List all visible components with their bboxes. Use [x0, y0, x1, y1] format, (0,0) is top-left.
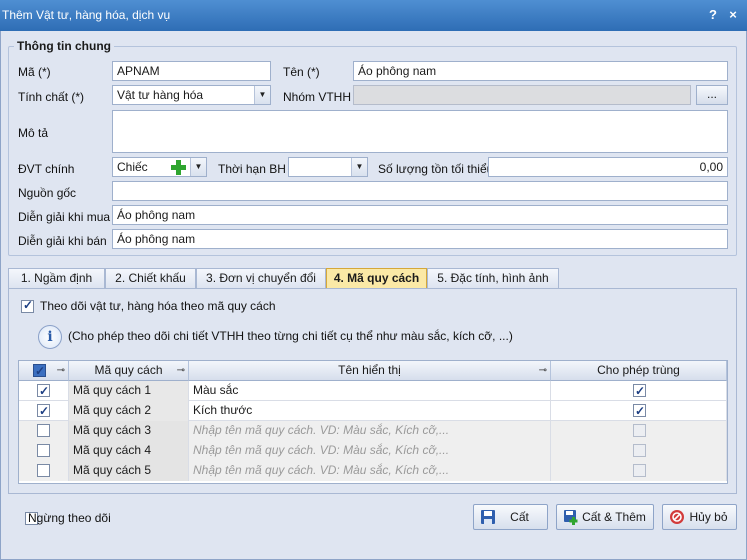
row-select-cell [19, 381, 69, 401]
add-unit-icon[interactable] [170, 159, 187, 176]
grid-header-select: ⊸ [19, 361, 69, 381]
table-row[interactable]: Mã quy cách 2Kích thước [19, 401, 727, 421]
track-spec-label: Theo dõi vật tư, hàng hóa theo mã quy cá… [40, 299, 276, 313]
grid-header-code[interactable]: Mã quy cách ⊸ [69, 361, 189, 381]
chevron-down-icon[interactable]: ▼ [254, 86, 270, 104]
table-row[interactable]: Mã quy cách 5 Nhập tên mã quy cách. VD: M… [19, 461, 727, 481]
stop-tracking-label: Ngừng theo dõi [28, 511, 111, 525]
nature-label: Tính chất (*) [18, 90, 85, 104]
grid-header-code-label: Mã quy cách [94, 363, 163, 377]
allow-dup-checkbox[interactable] [633, 464, 646, 477]
allow-dup-cell [551, 381, 727, 401]
row-select-checkbox[interactable] [37, 424, 50, 437]
warranty-select[interactable]: ▼ [288, 157, 368, 177]
row-select-checkbox[interactable] [37, 382, 50, 401]
general-info-title: Thông tin chung [14, 39, 114, 53]
save-and-add-button[interactable]: Cất & Thêm [556, 504, 654, 530]
display-name-cell[interactable]: Màu sắc [189, 381, 551, 401]
save-and-add-label: Cất & Thêm [582, 510, 646, 524]
row-select-cell [19, 461, 69, 481]
origin-label: Nguồn gốc [18, 186, 77, 200]
display-name-cell[interactable]: Nhập tên mã quy cách. VD: Màu sắc, Kích … [189, 461, 551, 481]
allow-dup-cell [551, 441, 727, 461]
select-all-checkbox[interactable] [33, 362, 46, 381]
item-group-input [353, 85, 691, 105]
row-select-cell [19, 441, 69, 461]
row-select-cell [19, 401, 69, 421]
tab-discount[interactable]: 2. Chiết khấu [105, 268, 196, 288]
row-select-checkbox[interactable] [37, 444, 50, 457]
display-name-cell[interactable]: Nhập tên mã quy cách. VD: Màu sắc, Kích … [189, 421, 551, 441]
info-icon: i [38, 325, 62, 349]
row-select-cell [19, 421, 69, 441]
tab-default[interactable]: 1. Ngầm định [8, 268, 105, 288]
grid-header-display[interactable]: Tên hiển thị ⊸ [189, 361, 551, 381]
close-button[interactable]: × [724, 6, 742, 24]
allow-dup-cell [551, 421, 727, 441]
min-stock-label: Số lượng tồn tối thiểu [378, 162, 494, 176]
row-select-checkbox[interactable] [37, 464, 50, 477]
name-input[interactable]: Áo phông nam [353, 61, 728, 81]
tab-spec-code[interactable]: 4. Mã quy cách [326, 268, 427, 289]
pin-icon[interactable]: ⊸ [177, 361, 185, 380]
chevron-down-icon[interactable]: ▼ [351, 158, 367, 176]
description-textarea[interactable] [112, 110, 728, 153]
window-title: Thêm Vật tư, hàng hóa, dịch vụ [2, 8, 171, 22]
sell-desc-label: Diễn giải khi bán [18, 234, 107, 248]
display-name-cell[interactable]: Nhập tên mã quy cách. VD: Màu sắc, Kích … [189, 441, 551, 461]
table-row[interactable]: Mã quy cách 1Màu sắc [19, 381, 727, 401]
allow-dup-checkbox[interactable] [633, 382, 646, 401]
item-group-label: Nhóm VTHH [283, 90, 352, 104]
allow-dup-cell [551, 461, 727, 481]
warranty-label: Thời hạn BH [218, 162, 286, 176]
cancel-button[interactable]: Hủy bỏ [662, 504, 737, 530]
allow-dup-checkbox[interactable] [633, 424, 646, 437]
nature-select-value: Vật tư hàng hóa [117, 88, 204, 102]
code-input[interactable]: APNAM [112, 61, 271, 81]
spec-code-cell: Mã quy cách 5 [69, 461, 189, 481]
unit-select[interactable]: Chiếc ▼ [112, 157, 207, 177]
cancel-button-label: Hủy bỏ [689, 510, 728, 524]
allow-dup-cell [551, 401, 727, 421]
pin-icon[interactable]: ⊸ [539, 361, 547, 380]
save-button-label: Cất [510, 510, 529, 524]
table-row[interactable]: Mã quy cách 3 Nhập tên mã quy cách. VD: M… [19, 421, 727, 441]
allow-dup-checkbox[interactable] [633, 444, 646, 457]
tab-unit-conversion[interactable]: 3. Đơn vị chuyển đổi [196, 268, 326, 288]
spec-code-cell: Mã quy cách 1 [69, 381, 189, 401]
spec-code-grid: ⊸ Mã quy cách ⊸ Tên hiển thị ⊸ Cho phép … [18, 360, 728, 484]
item-group-browse-button[interactable]: ... [696, 85, 728, 105]
allow-dup-checkbox[interactable] [633, 402, 646, 421]
code-label: Mã (*) [18, 65, 51, 79]
description-label: Mô tả [18, 126, 49, 140]
pin-icon[interactable]: ⊸ [57, 361, 65, 380]
spec-code-cell: Mã quy cách 2 [69, 401, 189, 421]
grid-header-allow-dup[interactable]: Cho phép trùng [551, 361, 727, 381]
spec-info-text: (Cho phép theo dõi chi tiết VTHH theo từ… [68, 329, 513, 343]
track-spec-checkbox[interactable] [21, 298, 34, 314]
grid-header-display-label: Tên hiển thị [338, 363, 401, 377]
table-row[interactable]: Mã quy cách 4 Nhập tên mã quy cách. VD: M… [19, 441, 727, 461]
buy-desc-input[interactable]: Áo phông nam [112, 205, 728, 225]
spec-code-cell: Mã quy cách 3 [69, 421, 189, 441]
origin-input[interactable] [112, 181, 728, 201]
unit-select-value: Chiếc [117, 160, 148, 174]
name-label: Tên (*) [283, 65, 320, 79]
grid-header-allow-dup-label: Cho phép trùng [597, 363, 680, 377]
min-stock-input[interactable]: 0,00 [488, 157, 728, 177]
title-bar: Thêm Vật tư, hàng hóa, dịch vụ ? × [0, 0, 747, 31]
nature-select[interactable]: Vật tư hàng hóa ▼ [112, 85, 271, 105]
tab-attributes-images[interactable]: 5. Đặc tính, hình ảnh [427, 268, 559, 288]
row-select-checkbox[interactable] [37, 402, 50, 421]
unit-label: ĐVT chính [18, 162, 75, 176]
buy-desc-label: Diễn giải khi mua [18, 210, 111, 224]
tab-strip: 1. Ngầm định 2. Chiết khấu 3. Đơn vị chu… [8, 268, 737, 289]
display-name-cell[interactable]: Kích thước [189, 401, 551, 421]
save-button[interactable]: Cất [473, 504, 548, 530]
chevron-down-icon[interactable]: ▼ [190, 158, 206, 176]
sell-desc-input[interactable]: Áo phông nam [112, 229, 728, 249]
help-button[interactable]: ? [704, 6, 722, 24]
spec-code-cell: Mã quy cách 4 [69, 441, 189, 461]
